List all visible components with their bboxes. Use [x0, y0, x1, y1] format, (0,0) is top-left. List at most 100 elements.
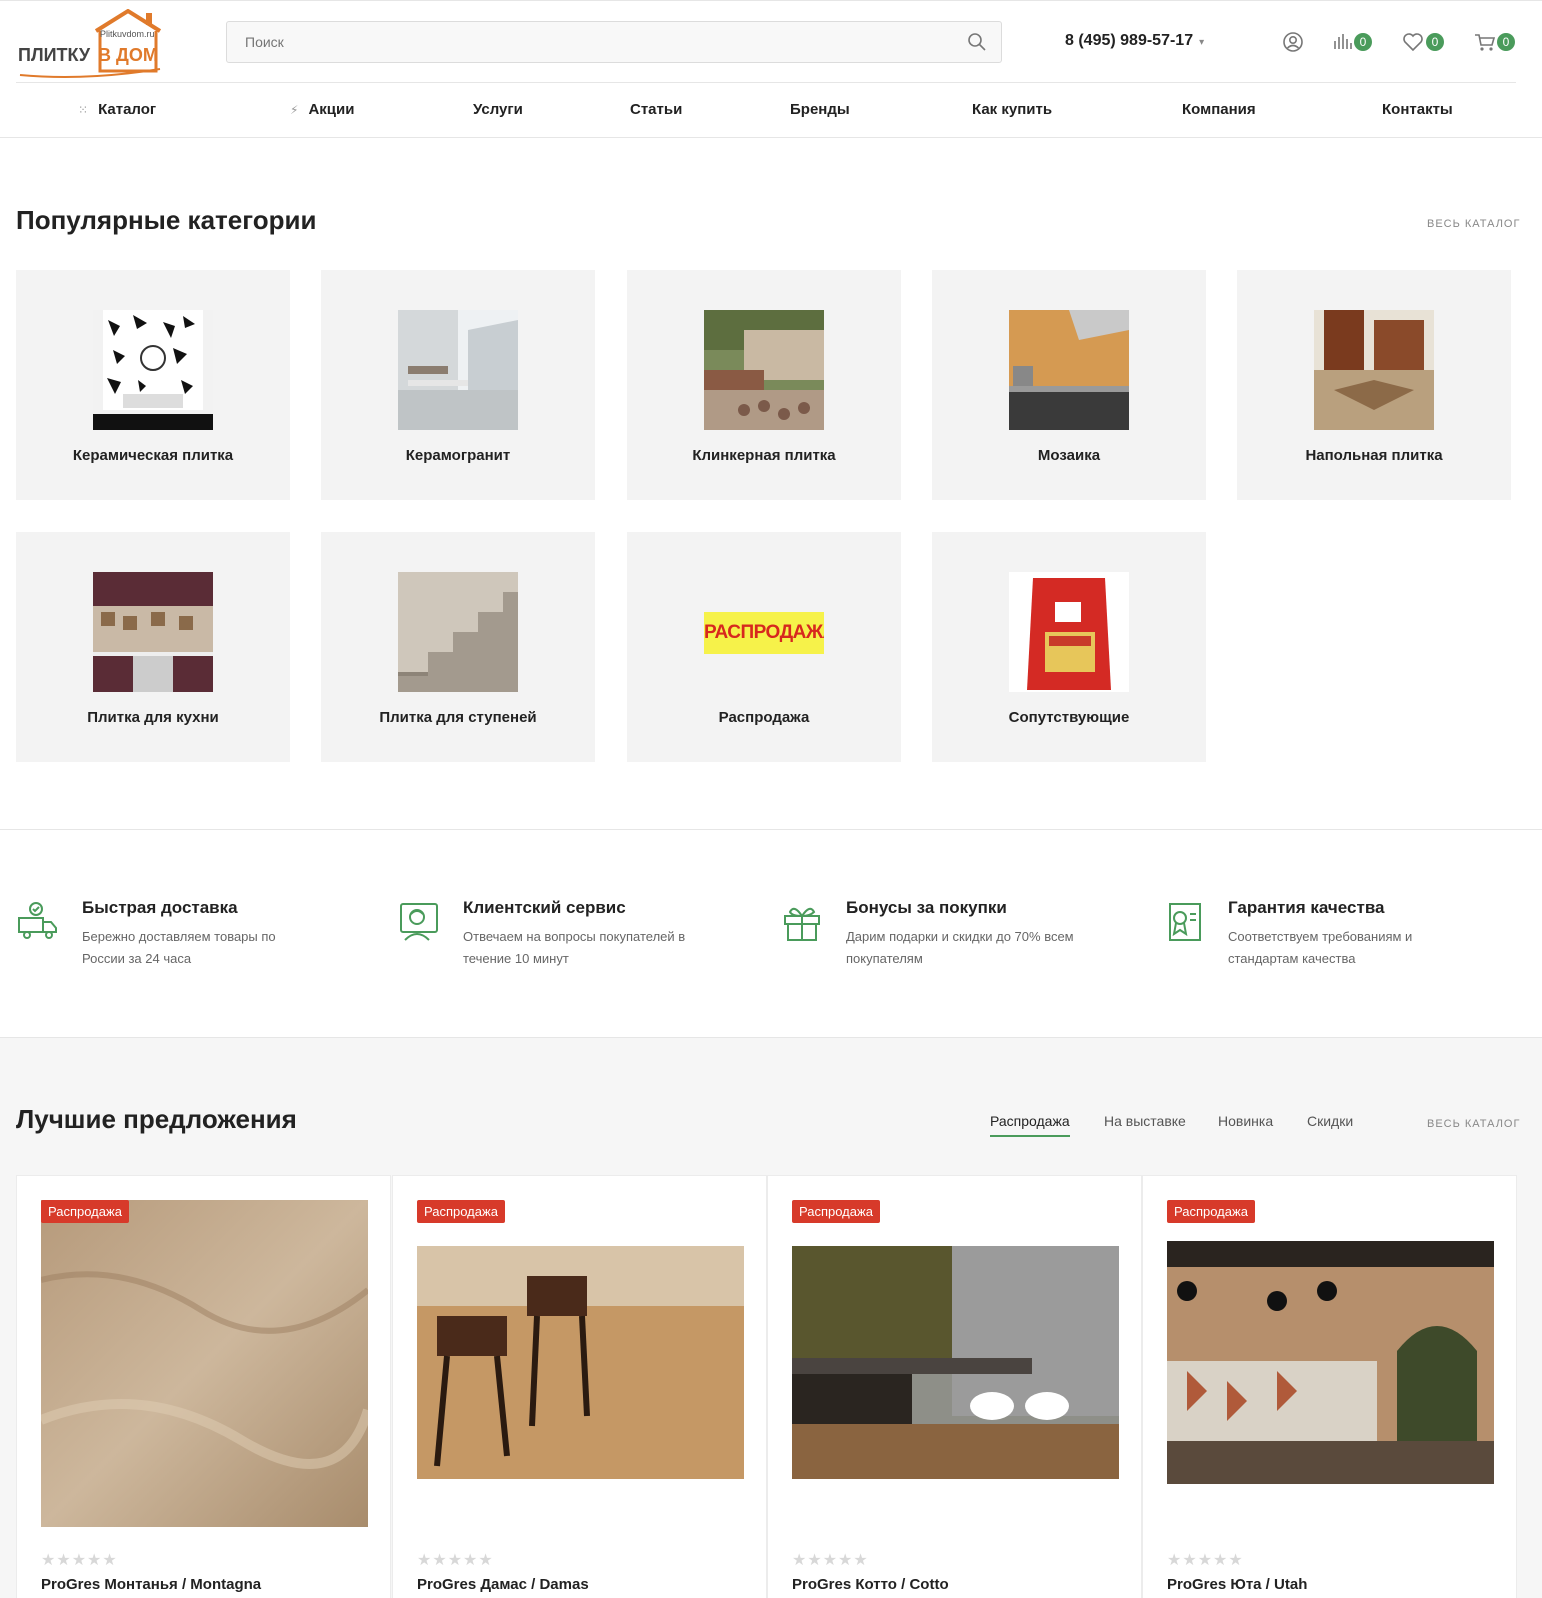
phone-text: 8 (495) 989-57-17: [1065, 32, 1194, 49]
lightning-icon: ⚡: [290, 103, 299, 117]
product-card[interactable]: Распродажа ★★★★★ ProGres Дамас / Damas: [392, 1175, 767, 1598]
feature-title: Быстрая доставка: [82, 898, 238, 917]
grid-icon: ⁙: [78, 103, 89, 117]
cart-icon[interactable]: [1472, 29, 1498, 55]
product-name[interactable]: ProGres Юта / Utah: [1167, 1576, 1307, 1593]
nav-contacts[interactable]: Контакты: [1382, 101, 1453, 118]
feature-description: Отвечаем на вопросы покупателей в течени…: [463, 929, 686, 966]
category-image: [398, 310, 518, 430]
product-card[interactable]: Распродажа ★★★★★ ProGres Котто / Cotto: [767, 1175, 1142, 1598]
nav-company[interactable]: Компания: [1182, 101, 1256, 118]
category-card-porcelain[interactable]: Керамогранит: [321, 270, 595, 500]
product-card[interactable]: Распродажа ★★★★★ ProGres Юта / Utah: [1142, 1175, 1517, 1598]
gift-icon: [784, 907, 820, 941]
nav-label: Контакты: [1382, 101, 1453, 118]
rating-stars: ★★★★★: [417, 1552, 494, 1569]
feature-description: Бережно доставляем товары по России за 2…: [82, 929, 276, 966]
feature-title: Клиентский сервис: [463, 898, 626, 917]
sale-badge: Распродажа: [41, 1200, 129, 1223]
sale-badge: Распродажа: [1167, 1200, 1255, 1223]
heart-icon[interactable]: [1400, 29, 1426, 55]
category-label: Клинкерная плитка: [692, 447, 836, 464]
nav-promotions[interactable]: ⚡ Акции: [290, 101, 354, 118]
certificate-icon: [1169, 903, 1201, 941]
best-offers-title: Лучшие предложения: [16, 1104, 297, 1134]
phone-number[interactable]: 8 (495) 989-57-17 ▾: [1065, 32, 1204, 50]
logo-text-right: В ДОМ: [98, 45, 158, 65]
nav-brands[interactable]: Бренды: [790, 101, 850, 118]
feature-bonuses: Бонусы за покупки Дарим подарки и скидки…: [780, 898, 1140, 978]
site-logo[interactable]: Plitkuvdom.ru ПЛИТКУ В ДОМ: [16, 9, 164, 81]
feature-customer-service: Клиентский сервис Отвечаем на вопросы по…: [397, 898, 757, 978]
category-image: РАСПРОДАЖА: [704, 572, 824, 692]
nav-articles[interactable]: Статьи: [630, 101, 682, 118]
account-icon[interactable]: [1280, 29, 1306, 55]
category-card-floor-tile[interactable]: Напольная плитка: [1237, 270, 1511, 500]
compare-icon[interactable]: [1330, 29, 1356, 55]
compare-count-badge: 0: [1354, 33, 1372, 51]
site-header: Plitkuvdom.ru ПЛИТКУ В ДОМ 8 (495) 989-5…: [0, 0, 1542, 138]
product-card[interactable]: Распродажа ★★★★★ ProGres Монтанья / Mont…: [16, 1175, 391, 1598]
category-image: [1314, 310, 1434, 430]
all-catalog-link[interactable]: ВЕСЬ КАТАЛОГ: [1427, 218, 1520, 230]
category-label: Плитка для ступеней: [379, 709, 537, 726]
category-image: [398, 572, 518, 692]
rating-stars: ★★★★★: [41, 1552, 118, 1569]
category-label: Мозаика: [1037, 447, 1101, 464]
chevron-down-icon[interactable]: ▾: [1199, 37, 1204, 48]
tab-discounts[interactable]: Скидки: [1307, 1113, 1353, 1129]
tab-on-display[interactable]: На выставке: [1104, 1113, 1186, 1129]
category-card-clinker[interactable]: Клинкерная плитка: [627, 270, 901, 500]
sale-banner: РАСПРОДАЖА: [704, 612, 824, 654]
feature-description: Соответствуем требованиям и стандартам к…: [1228, 929, 1413, 966]
nav-how-to-buy[interactable]: Как купить: [972, 101, 1052, 118]
category-card-mosaic[interactable]: Мозаика: [932, 270, 1206, 500]
product-name[interactable]: ProGres Котто / Cotto: [792, 1576, 949, 1593]
feature-title: Гарантия качества: [1228, 898, 1385, 917]
category-image: [93, 572, 213, 692]
tab-new[interactable]: Новинка: [1218, 1113, 1273, 1129]
feature-quality-guarantee: Гарантия качества Соответствуем требован…: [1162, 898, 1522, 978]
category-label: Плитка для кухни: [87, 709, 219, 726]
product-image[interactable]: [1167, 1241, 1494, 1484]
section-divider: [0, 1037, 1542, 1038]
nav-label: Акции: [308, 101, 355, 118]
popular-categories-title: Популярные категории: [16, 205, 317, 235]
category-label: Сопутствующие: [1008, 709, 1130, 726]
nav-label: Бренды: [790, 101, 850, 118]
nav-services[interactable]: Услуги: [473, 101, 523, 118]
product-image[interactable]: [41, 1200, 368, 1527]
logo-domain: Plitkuvdom.ru: [100, 29, 155, 39]
product-name[interactable]: ProGres Монтанья / Montagna: [41, 1576, 261, 1593]
cart-count-badge: 0: [1497, 33, 1515, 51]
section-divider: [0, 829, 1542, 830]
category-label: Керамическая плитка: [72, 447, 234, 464]
header-divider: [16, 82, 1516, 83]
rating-stars: ★★★★★: [792, 1552, 869, 1569]
rating-stars: ★★★★★: [1167, 1552, 1244, 1569]
nav-label: Каталог: [98, 101, 157, 118]
all-catalog-link[interactable]: ВЕСЬ КАТАЛОГ: [1427, 1118, 1520, 1130]
category-card-ceramic-tile[interactable]: Керамическая плитка: [16, 270, 290, 500]
tab-sale[interactable]: Распродажа: [990, 1113, 1070, 1137]
product-name[interactable]: ProGres Дамас / Damas: [417, 1576, 589, 1593]
sale-badge: Распродажа: [417, 1200, 505, 1223]
category-image: [1009, 310, 1129, 430]
search-input[interactable]: [227, 22, 927, 62]
search-icon[interactable]: [967, 32, 987, 52]
nav-label: Услуги: [473, 101, 523, 118]
delivery-truck-icon: [18, 902, 57, 939]
category-image: [93, 310, 213, 430]
favorites-count-badge: 0: [1426, 33, 1444, 51]
nav-label: Компания: [1182, 101, 1256, 118]
category-card-stair-tile[interactable]: Плитка для ступеней: [321, 532, 595, 762]
category-card-accessories[interactable]: Сопутствующие: [932, 532, 1206, 762]
nav-catalog[interactable]: ⁙ Каталог: [78, 101, 156, 118]
product-image[interactable]: [417, 1246, 744, 1479]
product-image[interactable]: [792, 1246, 1119, 1479]
category-card-kitchen-tile[interactable]: Плитка для кухни: [16, 532, 290, 762]
feature-fast-delivery: Быстрая доставка Бережно доставляем това…: [16, 898, 376, 978]
logo-text-left: ПЛИТКУ: [18, 45, 91, 65]
category-card-sale[interactable]: РАСПРОДАЖА Распродажа: [627, 532, 901, 762]
category-label: Распродажа: [718, 709, 810, 726]
